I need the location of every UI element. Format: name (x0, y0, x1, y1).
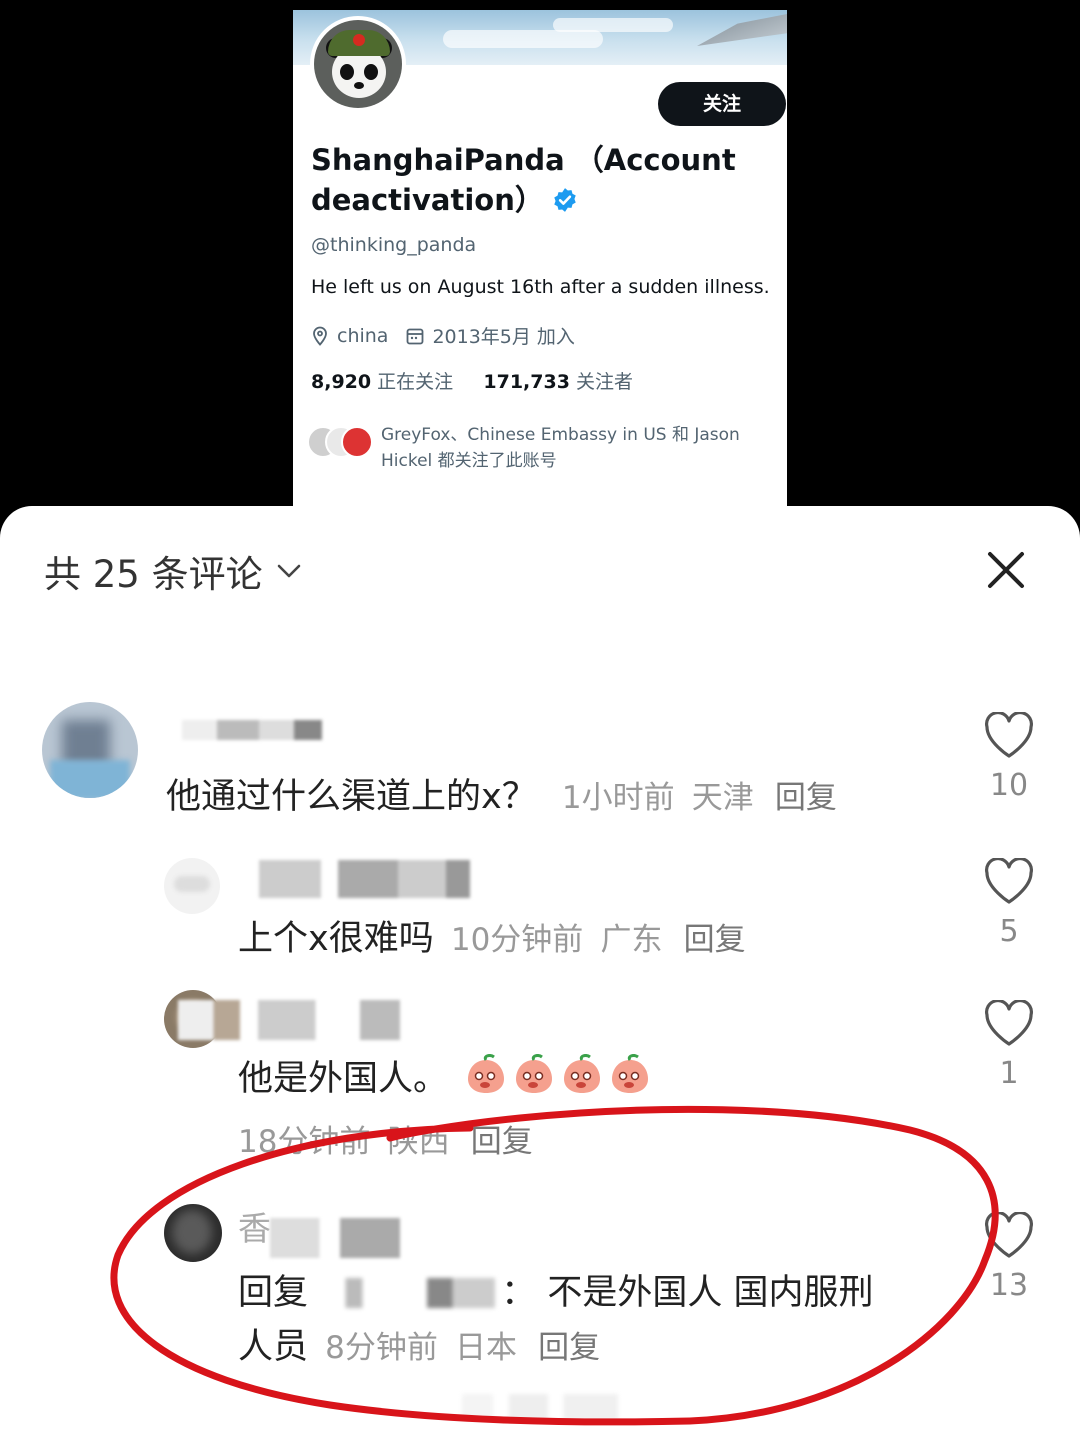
like-count: 5 (999, 914, 1019, 949)
comment-body: 回复 ： 不是外国人 国内服刑 (238, 1264, 873, 1315)
followers-known-text: GreyFox、Chinese Embassy in US 和 Jason Hi… (381, 425, 740, 471)
like-button[interactable]: 5 (979, 857, 1039, 949)
reply-button[interactable]: 回复 (538, 1330, 600, 1366)
comment-time: 8分钟前 (325, 1330, 438, 1366)
chevron-down-icon (277, 564, 300, 578)
plane-wing-image (697, 14, 787, 46)
profile-handle: @thinking_panda (311, 234, 477, 256)
peach-emoji-icon (516, 1054, 553, 1093)
profile-location: china (337, 324, 389, 347)
profile-card: 关注 ShanghaiPanda （Account deactivation） … (293, 10, 787, 515)
comment-time: 10分钟前 (450, 922, 584, 958)
close-icon[interactable] (982, 546, 1030, 594)
comment-body: 他通过什么渠道上的x？ 1小时前 天津 回复 (166, 768, 837, 819)
comment-body: 上个x很难吗 10分钟前 广东 回复 (238, 910, 746, 961)
like-count: 10 (989, 768, 1029, 803)
location-pin-icon (313, 326, 327, 346)
known-follower-avatars (307, 422, 377, 462)
profile-stats: 8,920 正在关注 171,733 关注者 (311, 367, 633, 394)
profile-bio: He left us on August 16th after a sudden… (311, 276, 770, 298)
followers-label: 关注者 (575, 371, 633, 393)
comment-footer: 18分钟前 陕西 回复 (238, 1116, 533, 1161)
following-count: 8,920 (311, 371, 372, 393)
comment-username[interactable]: 香 (238, 1202, 271, 1250)
following-label: 正在关注 (377, 371, 454, 393)
follow-button[interactable]: 关注 (658, 82, 786, 126)
username-redacted (178, 1000, 400, 1040)
comment-text: 他是外国人。 (238, 1059, 449, 1099)
heart-icon (985, 711, 1033, 758)
reply-prefix: 回复 (238, 1273, 309, 1313)
comment-text-line2: 人员 (238, 1327, 309, 1367)
reply-colon: ： (501, 1273, 537, 1313)
profile-joined: 2013年5月 加入 (432, 326, 575, 348)
followers-you-know[interactable]: GreyFox、Chinese Embassy in US 和 Jason Hi… (307, 422, 777, 474)
watermark (462, 1394, 618, 1420)
reply-button[interactable]: 回复 (471, 1124, 533, 1160)
comment-body-line2: 人员 8分钟前 日本 回复 (238, 1318, 600, 1369)
followers-count: 171,733 (483, 371, 570, 393)
profile-name-line1: ShanghaiPanda （Account (311, 143, 736, 177)
comment-count-header[interactable]: 共 25 条评论 (44, 544, 301, 598)
like-button[interactable]: 10 (979, 711, 1039, 803)
like-count: 13 (989, 1268, 1029, 1303)
heart-icon (985, 857, 1033, 904)
avatar[interactable] (42, 702, 138, 798)
followers-stat[interactable]: 171,733 关注者 (483, 371, 633, 393)
comment-text: 上个x很难吗 (238, 919, 434, 959)
reply-target-redacted (325, 1278, 496, 1308)
comment-region: 广东 (600, 922, 663, 958)
like-button[interactable]: 13 (979, 1211, 1039, 1303)
comment-sheet: 共 25 条评论 他通过什么渠道上的x？ 1小时前 天津 回复 10 上个x很难… (0, 506, 1080, 1431)
avatar[interactable] (164, 858, 220, 914)
comment-region: 日本 (455, 1330, 518, 1366)
comment-region: 陕西 (387, 1124, 450, 1160)
comment-body: 他是外国人。 (238, 1050, 657, 1101)
comment-region: 天津 (691, 780, 754, 816)
peach-emoji-row (465, 1054, 657, 1099)
username-redacted (230, 860, 470, 898)
following-stat[interactable]: 8,920 正在关注 (311, 371, 453, 393)
comment-count-title: 共 25 条评论 (44, 553, 263, 596)
peach-emoji-icon (612, 1054, 649, 1093)
like-button[interactable]: 1 (979, 999, 1039, 1091)
heart-icon (985, 999, 1033, 1046)
profile-name-line2: deactivation） (311, 183, 544, 217)
profile-name: ShanghaiPanda （Account deactivation） (311, 140, 781, 220)
comment-time: 1小时前 (561, 780, 675, 816)
peach-emoji-icon (468, 1054, 505, 1093)
calendar-icon (407, 328, 424, 344)
comment-text: 他通过什么渠道上的x？ (166, 777, 537, 817)
profile-meta: china 2013年5月 加入 (311, 322, 593, 349)
reply-button[interactable]: 回复 (684, 922, 746, 958)
profile-avatar[interactable] (310, 16, 406, 112)
username-redacted (182, 720, 322, 740)
verified-badge-icon (554, 188, 576, 212)
username-redacted (270, 1218, 400, 1258)
avatar[interactable] (164, 1204, 222, 1262)
peach-emoji-icon (564, 1054, 601, 1093)
heart-icon (985, 1211, 1033, 1258)
like-count: 1 (999, 1056, 1019, 1091)
reply-button[interactable]: 回复 (775, 780, 837, 816)
comment-text: 不是外国人 国内服刑 (547, 1273, 874, 1313)
comment-time: 18分钟前 (238, 1124, 371, 1160)
